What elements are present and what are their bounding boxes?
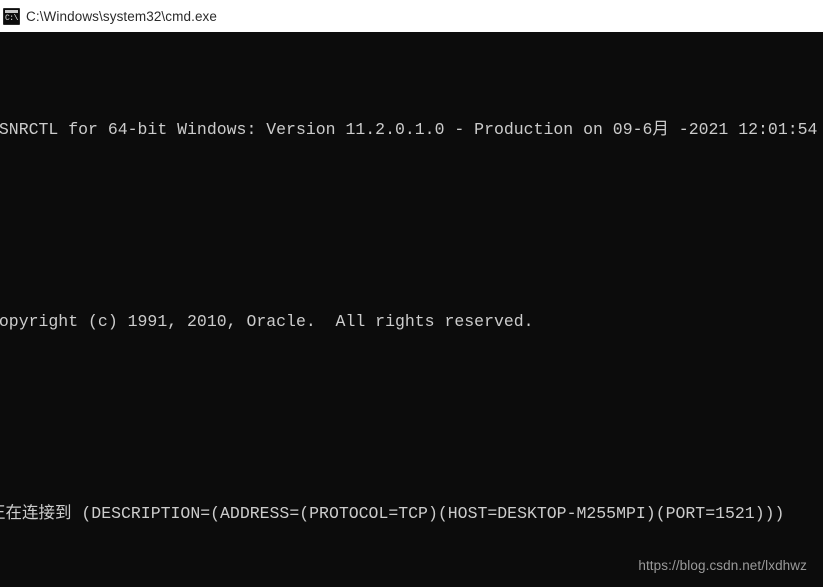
console-line: LSNRCTL for 64-bit Windows: Version 11.2… (0, 120, 818, 139)
console-line: 正在连接到 (DESCRIPTION=(ADDRESS=(PROTOCOL=TC… (0, 504, 785, 523)
cmd-icon-glyph: C:\ (5, 13, 18, 23)
window-titlebar[interactable]: C:\ C:\Windows\system32\cmd.exe (0, 0, 823, 32)
watermark-url: https://blog.csdn.net/lxdhwz (638, 558, 807, 573)
cmd-exe-icon: C:\ (3, 7, 20, 25)
cmd-window: C:\ C:\Windows\system32\cmd.exe LSNRCTL … (0, 0, 823, 587)
cmd-icon-bar (5, 9, 18, 13)
console-output-area[interactable]: LSNRCTL for 64-bit Windows: Version 11.2… (0, 32, 823, 587)
window-title: C:\Windows\system32\cmd.exe (26, 8, 218, 24)
console-line: Copyright (c) 1991, 2010, Oracle. All ri… (0, 312, 534, 331)
console-text-block: LSNRCTL for 64-bit Windows: Version 11.2… (0, 50, 817, 587)
